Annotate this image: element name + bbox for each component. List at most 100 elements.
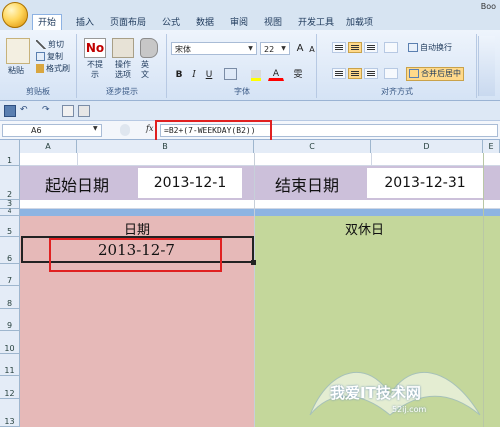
- wrap-text-button[interactable]: 自动换行: [408, 43, 452, 53]
- row-header-7[interactable]: 7: [0, 264, 20, 286]
- group-alignment: 自动换行 合并后居中 对齐方式: [318, 34, 477, 98]
- row-header-6[interactable]: 6: [0, 237, 20, 264]
- gridline: [254, 153, 255, 427]
- row-3[interactable]: [20, 200, 500, 209]
- italic-button[interactable]: I: [186, 68, 202, 82]
- number-group-partial[interactable]: [478, 36, 495, 96]
- wrap-icon: [408, 43, 418, 52]
- name-box[interactable]: A6: [2, 124, 102, 137]
- font-color-button[interactable]: A: [268, 67, 284, 81]
- no-hint-icon: No: [84, 38, 106, 58]
- brush-icon: [36, 64, 44, 73]
- gridline: [77, 153, 78, 166]
- hints-group-label: 逐步提示: [106, 87, 138, 96]
- align-left-button[interactable]: [332, 68, 346, 79]
- divider-band[interactable]: [20, 209, 500, 216]
- column-header-b[interactable]: B: [77, 140, 254, 153]
- row-header-12[interactable]: 12: [0, 376, 20, 399]
- paste-button[interactable]: 粘贴: [8, 66, 24, 76]
- tab-formulas[interactable]: 公式: [160, 17, 182, 30]
- speaker-icon: [140, 38, 158, 58]
- merge-center-button[interactable]: 合并后居中: [406, 67, 464, 81]
- align-bottom-button[interactable]: [364, 42, 378, 53]
- font-name-select[interactable]: 宋体 ▼: [171, 42, 257, 55]
- tab-data[interactable]: 数据: [194, 17, 216, 30]
- row-header-2[interactable]: 2: [0, 166, 20, 200]
- tab-insert[interactable]: 插入: [74, 17, 96, 30]
- cell-highlight-box: [49, 238, 222, 272]
- splitter-icon[interactable]: [120, 124, 130, 136]
- row-header-10[interactable]: 10: [0, 331, 20, 354]
- tab-home[interactable]: 开始: [32, 14, 63, 31]
- fill-handle[interactable]: [251, 260, 256, 265]
- borders-button[interactable]: [224, 68, 237, 80]
- font-size-value: 22: [264, 45, 275, 54]
- start-date-value[interactable]: 2013-12-1: [138, 168, 242, 198]
- group-font: 宋体 ▼ 22 ▼ A A B I U A 雯 字体: [168, 34, 317, 98]
- row-1[interactable]: [20, 153, 500, 166]
- scissors-icon: [36, 40, 46, 49]
- row-header-9[interactable]: 9: [0, 309, 20, 331]
- cut-button[interactable]: 剪切: [36, 40, 64, 50]
- fx-icon[interactable]: fx: [146, 124, 153, 133]
- row-header-5[interactable]: 5: [0, 216, 20, 237]
- column-header-c[interactable]: C: [254, 140, 371, 153]
- group-clipboard: 粘贴 剪切 复制 格式刷 剪贴板: [0, 34, 77, 98]
- align-middle-button[interactable]: [348, 42, 362, 53]
- align-center-button[interactable]: [348, 68, 362, 79]
- chevron-down-icon[interactable]: ▼: [93, 125, 98, 132]
- redo-icon[interactable]: ↷: [42, 105, 60, 115]
- tab-developer[interactable]: 开发工具: [296, 17, 336, 30]
- row-header-4[interactable]: 4: [0, 208, 20, 216]
- select-all-corner[interactable]: [0, 140, 20, 153]
- tab-page-layout[interactable]: 页面布局: [108, 17, 148, 30]
- format-painter-label: 格式刷: [46, 64, 70, 73]
- copy-icon: [36, 52, 45, 61]
- font-name-value: 宋体: [175, 45, 191, 54]
- align-top-button[interactable]: [332, 42, 346, 53]
- row-header-8[interactable]: 8: [0, 286, 20, 309]
- camera-icon[interactable]: [78, 105, 90, 117]
- merge-label: 合并后居中: [421, 69, 461, 78]
- quick-access-toolbar: [0, 101, 500, 121]
- column-header-a[interactable]: A: [20, 140, 77, 153]
- group-hints: No 不提示 操作选项 英文 逐步提示: [78, 34, 167, 98]
- preview-icon[interactable]: [62, 105, 74, 117]
- column-header-d[interactable]: D: [371, 140, 483, 153]
- wrap-label: 自动换行: [420, 43, 452, 52]
- column-header-e[interactable]: E: [483, 140, 500, 153]
- font-group-label: 字体: [234, 87, 250, 96]
- no-hint-button[interactable]: 不提示: [84, 60, 106, 80]
- merge-icon: [409, 69, 419, 78]
- row-header-13[interactable]: 13: [0, 399, 20, 427]
- fill-color-button[interactable]: [248, 68, 264, 82]
- tab-view[interactable]: 视图: [262, 17, 284, 30]
- end-date-label: 结束日期: [275, 176, 340, 195]
- options-button[interactable]: 操作选项: [112, 60, 134, 80]
- orientation-button[interactable]: [384, 42, 398, 53]
- end-date-value[interactable]: 2013-12-31: [367, 168, 483, 198]
- start-date-label: 起始日期: [45, 176, 110, 195]
- tab-addins[interactable]: 加载项: [344, 17, 375, 30]
- undo-icon[interactable]: ↶: [20, 105, 38, 115]
- alignment-group-label: 对齐方式: [381, 87, 413, 96]
- align-right-button[interactable]: [364, 68, 378, 79]
- format-painter-button[interactable]: 格式刷: [36, 64, 70, 74]
- bold-button[interactable]: B: [171, 68, 187, 82]
- phonetic-button[interactable]: 雯: [290, 68, 306, 82]
- copy-button[interactable]: 复制: [36, 52, 63, 62]
- clipboard-group-label: 剪贴板: [26, 87, 50, 96]
- tab-review[interactable]: 审阅: [228, 17, 250, 30]
- paste-icon[interactable]: [6, 38, 30, 64]
- row-header-11[interactable]: 11: [0, 354, 20, 376]
- weekend-column-header: 双休日: [345, 223, 385, 238]
- office-button[interactable]: [2, 2, 28, 28]
- underline-button[interactable]: U: [201, 68, 217, 82]
- row-header-1[interactable]: 1: [0, 153, 20, 166]
- copy-label: 复制: [47, 52, 63, 61]
- save-icon[interactable]: [4, 105, 16, 117]
- english-button[interactable]: 英文: [138, 60, 152, 80]
- chevron-down-icon: ▼: [281, 45, 286, 52]
- font-size-select[interactable]: 22 ▼: [260, 42, 290, 55]
- indent-button[interactable]: [384, 68, 398, 79]
